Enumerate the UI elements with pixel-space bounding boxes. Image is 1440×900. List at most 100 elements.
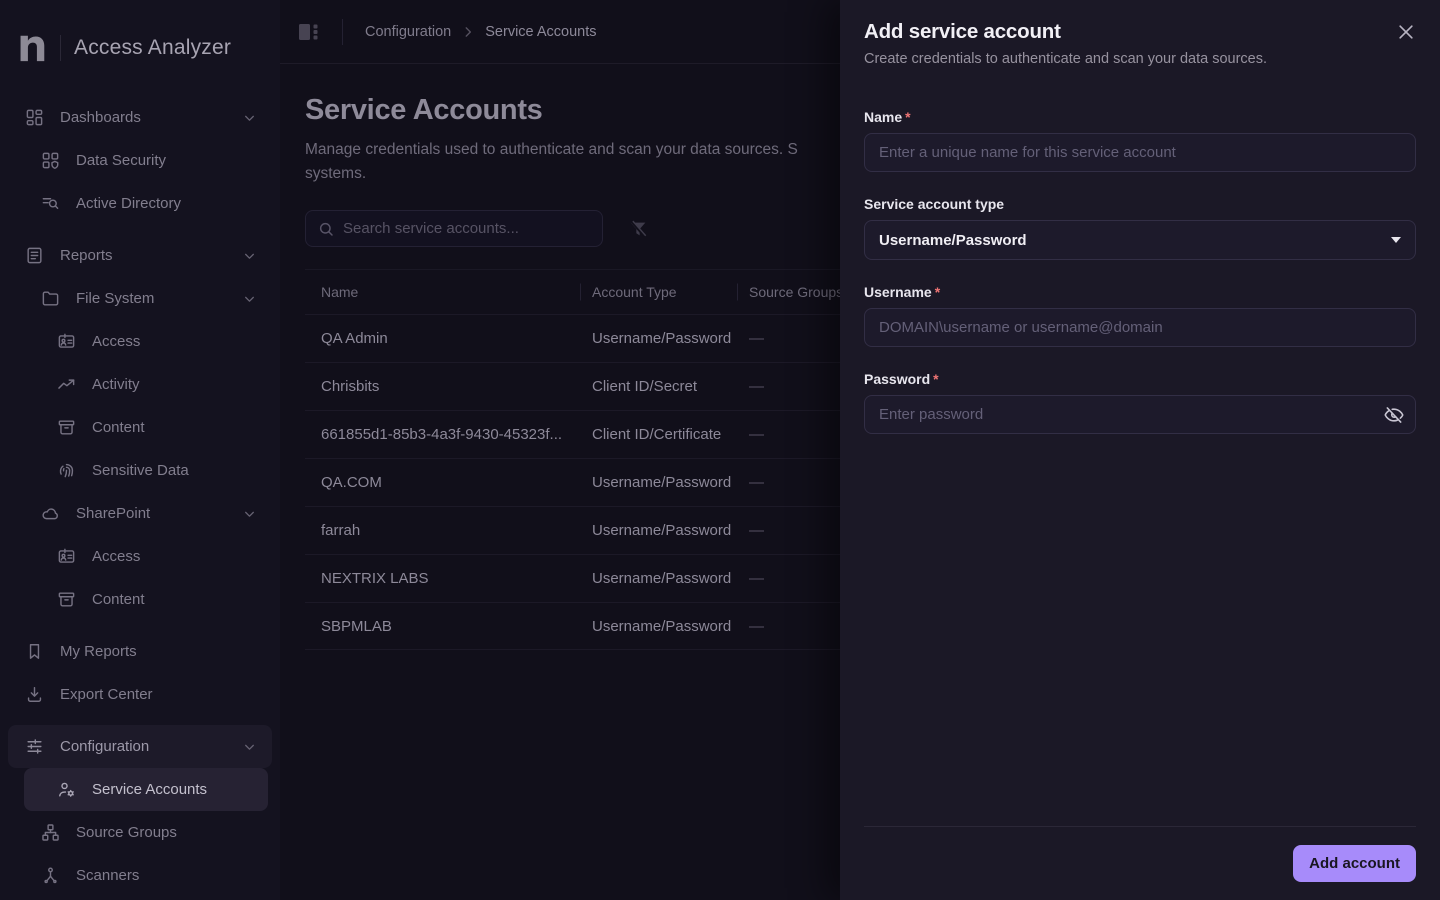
- sidebar-item-sharepoint[interactable]: SharePoint: [8, 492, 272, 535]
- sidebar-item-label: Active Directory: [76, 195, 182, 212]
- name-field-group: Name *: [864, 109, 1416, 172]
- account-type-value: Username/Password: [879, 231, 1027, 249]
- name-field[interactable]: [864, 133, 1416, 172]
- cell-name: Chrisbits: [321, 378, 380, 395]
- sidebar-item-label: Content: [92, 591, 145, 608]
- sidebar-item-reports[interactable]: Reports: [8, 234, 272, 277]
- sidebar-item-access[interactable]: Access: [8, 535, 272, 578]
- drawer-footer-divider: [864, 826, 1416, 827]
- badge-icon: [56, 547, 76, 567]
- sidebar-item-access[interactable]: Access: [8, 320, 272, 363]
- cell-name: 661855d1-85b3-4a3f-9430-45323f...: [321, 426, 563, 443]
- name-label: Name *: [864, 109, 911, 125]
- chevron-down-icon: [243, 740, 256, 753]
- sidebar-item-my-reports[interactable]: My Reports: [8, 630, 272, 673]
- sidebar-item-label: Configuration: [60, 738, 150, 755]
- drawer-subtitle: Create credentials to authenticate and s…: [864, 51, 1268, 67]
- sidebar-item-label: Content: [92, 419, 145, 436]
- chevron-down-icon: [1391, 237, 1401, 243]
- sidebar-item-file-system[interactable]: File System: [8, 277, 272, 320]
- fingerprint-icon: [56, 461, 76, 481]
- search-input[interactable]: [343, 220, 590, 237]
- folder-icon: [40, 289, 60, 309]
- password-field[interactable]: [864, 395, 1416, 434]
- sidebar-item-label: File System: [76, 290, 155, 307]
- user-gear-icon: [56, 780, 76, 800]
- cell-account-type: Username/Password: [592, 522, 732, 539]
- column-header-name: Name: [321, 284, 359, 300]
- brand-logo-icon: [20, 35, 45, 62]
- cell-account-type: Username/Password: [592, 474, 732, 491]
- sidebar-nav: Dashboards Data Security Active Directory R…: [0, 96, 280, 897]
- activity-icon: [56, 375, 76, 395]
- chevron-right-icon: [461, 25, 475, 39]
- sidebar-item-configuration[interactable]: Configuration: [8, 725, 272, 768]
- scanner-icon: [40, 866, 60, 886]
- sidebar-item-label: Service Accounts: [92, 781, 208, 798]
- sidebar-item-data-security[interactable]: Data Security: [8, 139, 272, 182]
- chevron-down-icon: [243, 111, 256, 124]
- data-security-icon: [40, 151, 60, 171]
- search-box: [305, 210, 603, 247]
- sidebar-item-active-directory[interactable]: Active Directory: [8, 182, 272, 225]
- sidebar-item-label: Activity: [92, 376, 140, 393]
- clear-filter-icon[interactable]: [627, 218, 649, 240]
- column-header-account-type: Account Type: [580, 270, 737, 314]
- type-field-group: Service account type Username/Password: [864, 196, 1416, 260]
- sidebar-item-label: Dashboards: [60, 109, 141, 126]
- add-service-account-drawer: Add service account Create credentials t…: [840, 0, 1440, 900]
- topbar-divider: [342, 18, 343, 45]
- sidebar-item-label: Export Center: [60, 686, 153, 703]
- sidebar-item-label: Sensitive Data: [92, 462, 189, 479]
- sidebar-item-dashboards[interactable]: Dashboards: [8, 96, 272, 139]
- cell-name: NEXTRIX LABS: [321, 570, 429, 587]
- eye-off-icon[interactable]: [1384, 405, 1404, 425]
- password-label: Password *: [864, 371, 939, 387]
- cell-account-type: Client ID/Secret: [592, 378, 698, 395]
- chevron-down-icon: [243, 249, 256, 262]
- dashboard-icon: [24, 108, 44, 128]
- cell-account-type: Username/Password: [592, 330, 732, 347]
- sidebar-item-label: Reports: [60, 247, 113, 264]
- sidebar-item-activity[interactable]: Activity: [8, 363, 272, 406]
- sidebar-item-export-center[interactable]: Export Center: [8, 673, 272, 716]
- cell-account-type: Username/Password: [592, 617, 732, 635]
- sidebar-item-label: Source Groups: [76, 824, 177, 841]
- sidebar: Access Analyzer Dashboards Data Security A…: [0, 0, 280, 900]
- sidebar-item-source-groups[interactable]: Source Groups: [8, 811, 272, 854]
- badge-icon: [56, 332, 76, 352]
- cloud-icon: [40, 504, 60, 524]
- cell-account-type: Username/Password: [592, 570, 732, 587]
- sidebar-item-label: Access: [92, 333, 141, 350]
- archive-icon: [56, 418, 76, 438]
- sidebar-item-content[interactable]: Content: [8, 406, 272, 449]
- username-label: Username *: [864, 284, 941, 300]
- sidebar-item-content[interactable]: Content: [8, 578, 272, 621]
- close-icon[interactable]: [1396, 22, 1416, 42]
- required-asterisk: *: [933, 371, 939, 387]
- chevron-down-icon: [243, 507, 256, 520]
- breadcrumb-configuration[interactable]: Configuration: [365, 24, 451, 40]
- username-field-group: Username *: [864, 284, 1416, 347]
- active-directory-icon: [40, 194, 60, 214]
- password-field-group: Password *: [864, 371, 1416, 434]
- sidebar-item-label: SharePoint: [76, 505, 151, 522]
- add-account-button[interactable]: Add account: [1293, 845, 1416, 882]
- sidebar-item-sensitive-data[interactable]: Sensitive Data: [8, 449, 272, 492]
- username-field[interactable]: [864, 308, 1416, 347]
- network-icon: [40, 823, 60, 843]
- download-icon: [24, 685, 44, 705]
- required-asterisk: *: [934, 284, 941, 300]
- account-type-select[interactable]: Username/Password: [864, 220, 1416, 260]
- sidebar-item-scanners[interactable]: Scanners: [8, 854, 272, 897]
- sidebar-item-label: Access: [92, 548, 141, 565]
- cell-name: SBPMLAB: [321, 617, 392, 635]
- sidebar-item-service-accounts[interactable]: Service Accounts: [24, 768, 268, 811]
- drawer-title: Add service account: [864, 20, 1061, 43]
- sidebar-item-label: Scanners: [76, 867, 140, 884]
- sliders-icon: [24, 737, 44, 757]
- sidebar-toggle-icon[interactable]: [296, 20, 322, 44]
- breadcrumb-service-accounts: Service Accounts: [485, 23, 597, 40]
- sidebar-item-label: Data Security: [76, 152, 167, 169]
- required-asterisk: *: [905, 109, 911, 125]
